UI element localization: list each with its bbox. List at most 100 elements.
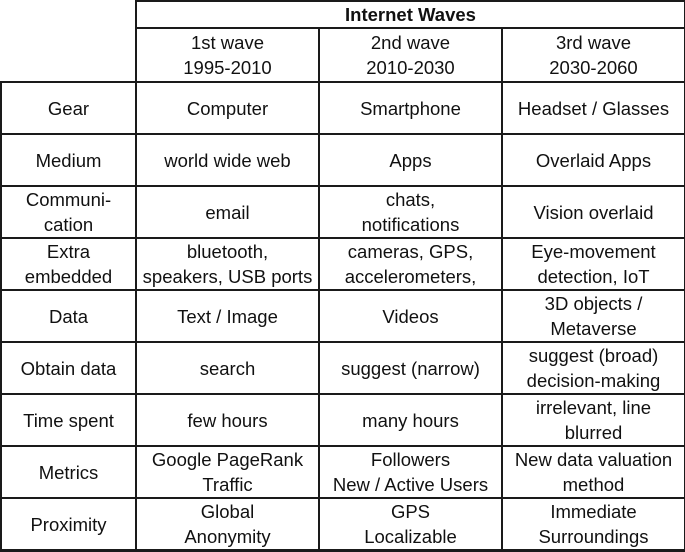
cell-text: Overlaid Apps bbox=[535, 149, 652, 171]
wave-name: 3rd wave bbox=[555, 32, 632, 53]
table-row: Proximity Global Anonymity GPS Localizable Im… bbox=[0, 497, 685, 552]
cell-text: detection, IoT bbox=[537, 266, 650, 287]
cell-text: Traffic bbox=[202, 474, 253, 495]
wave-name: 2nd wave bbox=[370, 32, 451, 53]
cell-wave-2: suggest (narrow) bbox=[318, 341, 503, 395]
cell-text: Vision overlaid bbox=[533, 201, 654, 223]
wave-years: 1995-2010 bbox=[183, 57, 272, 78]
cell-text: email bbox=[205, 201, 250, 223]
cell-text: Google PageRank bbox=[151, 449, 304, 470]
cell-text: few hours bbox=[187, 409, 268, 431]
cell-wave-1: Google PageRank Traffic bbox=[135, 445, 320, 499]
cell-wave-1: Text / Image bbox=[135, 289, 320, 343]
cell-text: suggest (broad) bbox=[528, 345, 659, 366]
row-label-text: Extra bbox=[46, 241, 91, 262]
table-row: Extra embedded bluetooth, speakers, USB por… bbox=[0, 237, 685, 291]
internet-waves-table: Internet Waves 1st wave 1995-2010 2nd wa… bbox=[0, 0, 685, 552]
row-label-cell: Medium bbox=[0, 133, 137, 187]
table-row: Gear Computer Smartphone Headset / Glasses bbox=[0, 81, 685, 135]
cell-wave-1: search bbox=[135, 341, 320, 395]
cell-wave-3: 3D objects / Metaverse bbox=[501, 289, 685, 343]
cell-text: Metaverse bbox=[550, 318, 637, 339]
cell-text: search bbox=[199, 357, 256, 379]
wave-years: 2010-2030 bbox=[366, 57, 455, 78]
wave-header-3: 3rd wave 2030-2060 bbox=[501, 27, 685, 83]
row-label-cell: Communi-cation bbox=[0, 185, 137, 239]
cell-text: Headset / Glasses bbox=[517, 97, 670, 119]
cell-text: GPS bbox=[390, 501, 431, 522]
table-row: Data Text / Image Videos 3D objects / Metave… bbox=[0, 289, 685, 343]
cell-wave-1: Computer bbox=[135, 81, 320, 135]
cell-wave-3: suggest (broad) decision-making bbox=[501, 341, 685, 395]
cell-text: Followers bbox=[370, 449, 451, 470]
cell-wave-2: GPS Localizable bbox=[318, 497, 503, 552]
table-row: Communi-cation email chats, notifications Vi… bbox=[0, 185, 685, 239]
cell-text: Videos bbox=[382, 305, 439, 327]
wave-header-1: 1st wave 1995-2010 bbox=[135, 27, 320, 83]
cell-wave-1: world wide web bbox=[135, 133, 320, 187]
row-label-text: Time spent bbox=[23, 409, 114, 431]
cell-text: Global bbox=[200, 501, 255, 522]
wave-header-2: 2nd wave 2010-2030 bbox=[318, 27, 503, 83]
table-title: Internet Waves bbox=[135, 0, 685, 29]
cell-wave-2: Smartphone bbox=[318, 81, 503, 135]
cell-wave-2: many hours bbox=[318, 393, 503, 447]
cell-wave-2: Apps bbox=[318, 133, 503, 187]
cell-wave-3: irrelevant, line blurred bbox=[501, 393, 685, 447]
cell-text: blurred bbox=[564, 422, 623, 443]
cell-wave-3: Immediate Surroundings bbox=[501, 497, 685, 552]
cell-wave-1: Global Anonymity bbox=[135, 497, 320, 552]
cell-text: Smartphone bbox=[360, 97, 461, 119]
row-label-cell: Proximity bbox=[0, 497, 137, 552]
cell-text: 3D objects / bbox=[544, 293, 643, 314]
cell-text: bluetooth, bbox=[186, 241, 269, 262]
cell-text: Computer bbox=[186, 97, 269, 119]
row-label-cell: Data bbox=[0, 289, 137, 343]
corner-cell bbox=[1, 1, 137, 83]
row-label-cell: Time spent bbox=[0, 393, 137, 447]
row-label-text: Obtain data bbox=[20, 357, 117, 379]
cell-text: irrelevant, line bbox=[535, 397, 652, 418]
cell-text: accelerometers, bbox=[344, 266, 477, 287]
cell-wave-3: Headset / Glasses bbox=[501, 81, 685, 135]
cell-text: Eye-movement bbox=[531, 241, 656, 262]
cell-text: chats, bbox=[385, 189, 436, 210]
row-label-text: Data bbox=[48, 305, 89, 327]
cell-text: world wide web bbox=[164, 149, 291, 171]
cell-wave-2: chats, notifications bbox=[318, 185, 503, 239]
cell-text: Localizable bbox=[364, 526, 457, 547]
cell-text: many hours bbox=[362, 409, 459, 431]
row-label-text: Medium bbox=[35, 149, 102, 171]
cell-text: cameras, GPS, bbox=[347, 241, 474, 262]
cell-wave-1: bluetooth, speakers, USB ports bbox=[135, 237, 320, 291]
cell-wave-2: cameras, GPS, accelerometers, bbox=[318, 237, 503, 291]
cell-wave-1: email bbox=[135, 185, 320, 239]
cell-wave-3: New data valuation method bbox=[501, 445, 685, 499]
cell-text: notifications bbox=[361, 214, 460, 235]
cell-text: Apps bbox=[389, 149, 432, 171]
row-label-text: Communi- bbox=[25, 189, 112, 210]
cell-wave-3: Vision overlaid bbox=[501, 185, 685, 239]
cell-wave-2: Videos bbox=[318, 289, 503, 343]
cell-text: suggest (narrow) bbox=[341, 357, 480, 379]
cell-text: Text / Image bbox=[177, 305, 278, 327]
row-label-cell: Obtain data bbox=[0, 341, 137, 395]
row-label-text: cation bbox=[43, 214, 94, 235]
wave-years: 2030-2060 bbox=[549, 57, 638, 78]
table-row: Medium world wide web Apps Overlaid Apps bbox=[0, 133, 685, 187]
row-label-text: Gear bbox=[47, 97, 90, 119]
row-label-cell: Gear bbox=[0, 81, 137, 135]
cell-text: Immediate bbox=[550, 501, 637, 522]
cell-text: Surroundings bbox=[538, 526, 649, 547]
table-row: Metrics Google PageRank Traffic Followers Ne… bbox=[0, 445, 685, 499]
cell-wave-3: Overlaid Apps bbox=[501, 133, 685, 187]
row-label-cell: Metrics bbox=[0, 445, 137, 499]
title-row: Internet Waves bbox=[1, 0, 685, 83]
cell-text: speakers, USB ports bbox=[142, 266, 313, 287]
wave-name: 1st wave bbox=[190, 32, 264, 53]
table-row: Time spent few hours many hours irrelevant,… bbox=[0, 393, 685, 447]
cell-text: decision-making bbox=[526, 370, 661, 391]
cell-text: New / Active Users bbox=[332, 474, 489, 495]
row-label-cell: Extra embedded bbox=[0, 237, 137, 291]
row-label-text: embedded bbox=[24, 266, 113, 287]
